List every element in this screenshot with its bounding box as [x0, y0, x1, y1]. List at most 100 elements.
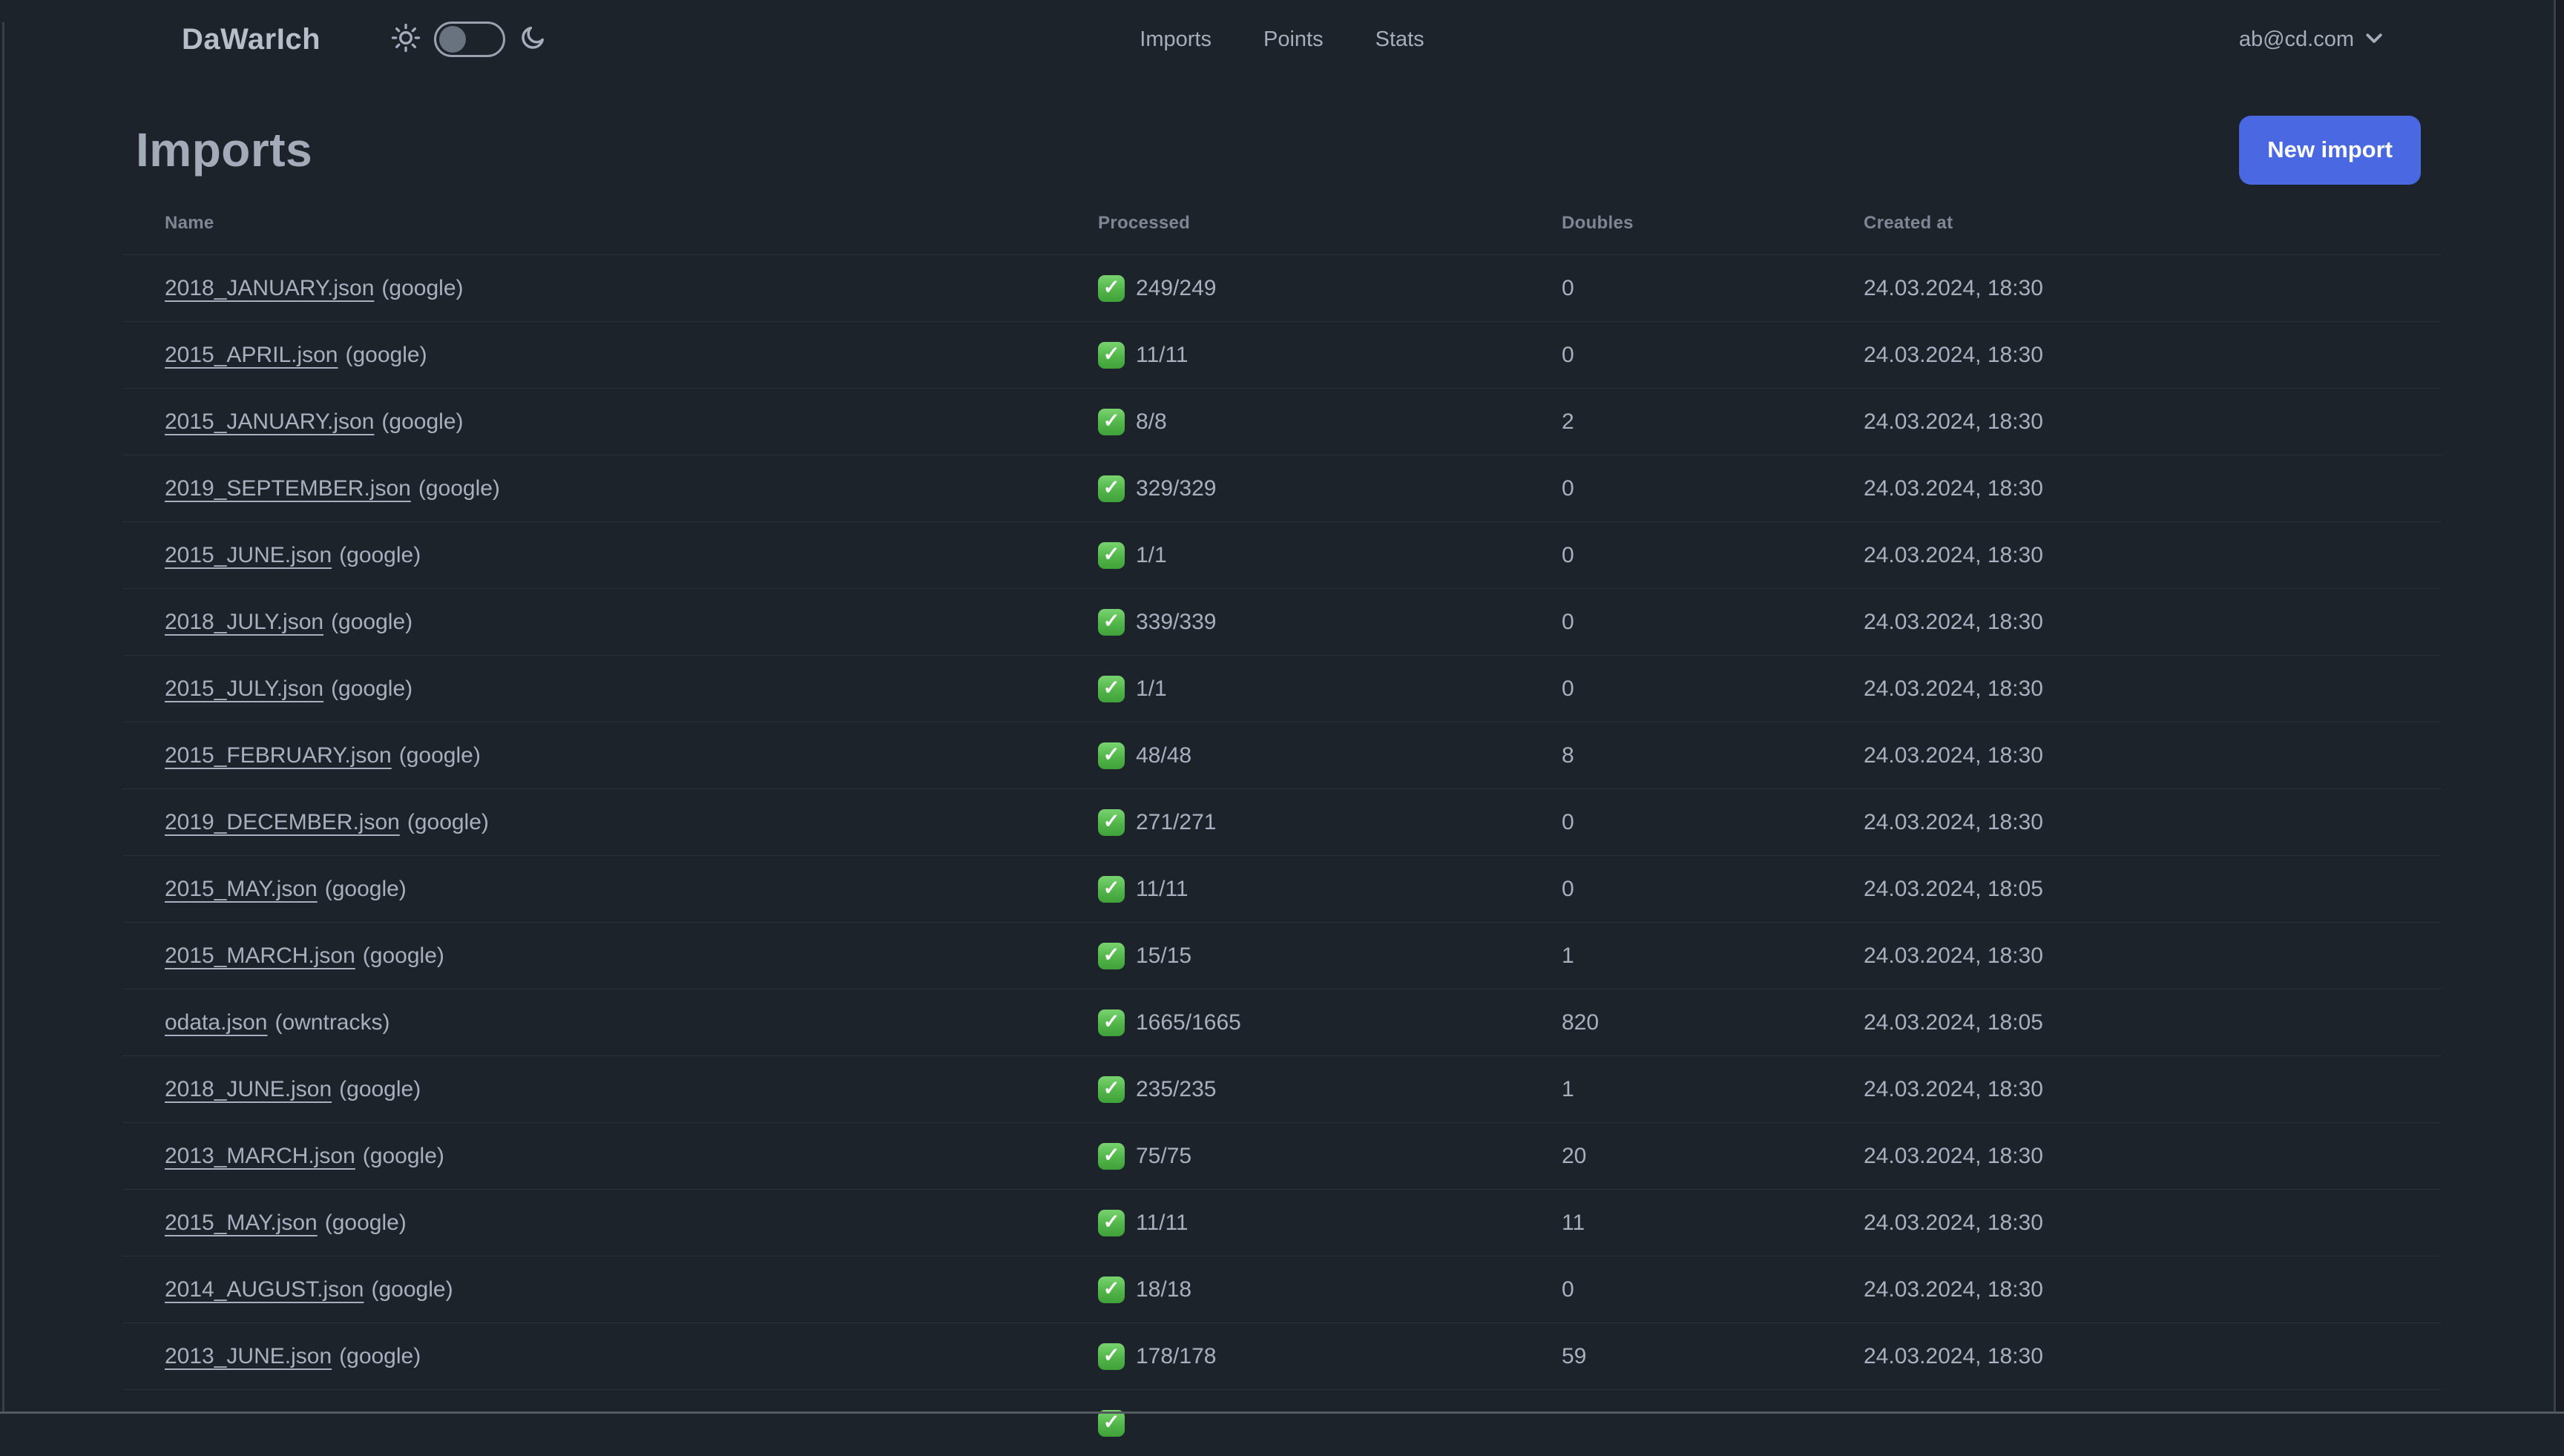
- import-file-link[interactable]: 2018_JULY.json: [165, 610, 323, 634]
- processed-cell: 1/1: [1098, 675, 1562, 702]
- success-check-icon: [1098, 1276, 1125, 1303]
- window-left-edge: [2, 22, 4, 1411]
- processed-cell: 249/249: [1098, 274, 1562, 302]
- import-source-label: (google): [345, 342, 427, 367]
- processed-count: 8/8: [1136, 409, 1167, 434]
- import-name-cell: 2018_JANUARY.json (google): [122, 276, 1098, 301]
- import-name-cell: 2013_MARCH.json (google): [122, 1144, 1098, 1169]
- table-row: odata.json (owntracks) 1665/1665 820 24.0…: [122, 989, 2442, 1055]
- moon-icon: [519, 24, 547, 56]
- processed-count: 1/1: [1136, 676, 1167, 701]
- success-check-icon: [1098, 1142, 1125, 1170]
- nav-link-points[interactable]: Points: [1263, 27, 1324, 52]
- import-name-cell: 2018_JULY.json (google): [122, 610, 1098, 635]
- import-file-link[interactable]: 2015_MAY.json: [165, 1210, 318, 1235]
- table-row: 2013_JUNE.json (google) 178/178 59 24.03.…: [122, 1322, 2442, 1389]
- processed-cell: 75/75: [1098, 1142, 1562, 1170]
- processed-count: 339/339: [1136, 609, 1217, 634]
- import-file-link[interactable]: 2015_JULY.json: [165, 676, 323, 701]
- doubles-cell: 0: [1562, 676, 1574, 701]
- processed-count: 48/48: [1136, 742, 1192, 768]
- processed-cell: 271/271: [1098, 808, 1562, 836]
- processed-cell: 339/339: [1098, 608, 1562, 636]
- created-at-cell: 24.03.2024, 18:30: [1864, 409, 2043, 434]
- created-at-cell: 24.03.2024, 18:30: [1864, 275, 2043, 300]
- created-at-cell: 24.03.2024, 18:30: [1864, 1210, 2043, 1235]
- processed-cell: 8/8: [1098, 408, 1562, 435]
- import-name-cell: 2015_JULY.json (google): [122, 676, 1098, 702]
- column-header-created-at: Created at: [1864, 212, 1953, 233]
- doubles-cell: 0: [1562, 475, 1574, 501]
- import-source-label: (google): [398, 742, 481, 768]
- created-at-cell: 24.03.2024, 18:30: [1864, 609, 2043, 634]
- import-file-link[interactable]: 2015_APRIL.json: [165, 343, 338, 367]
- processed-count: 329/329: [1136, 475, 1217, 501]
- import-source-label: (google): [339, 1343, 421, 1368]
- import-file-link[interactable]: 2013_JUNE.json: [165, 1344, 332, 1368]
- imports-table: Name Processed Doubles Created at 2018_J…: [122, 191, 2442, 1456]
- processed-cell: 1665/1665: [1098, 1009, 1562, 1036]
- processed-cell: 235/235: [1098, 1075, 1562, 1103]
- created-at-cell: 24.03.2024, 18:30: [1864, 475, 2043, 501]
- table-row: 2013_MARCH.json (google) 75/75 20 24.03.2…: [122, 1122, 2442, 1189]
- main-nav: Imports Points Stats: [1140, 0, 1424, 79]
- import-file-link[interactable]: 2018_JUNE.json: [165, 1077, 332, 1101]
- doubles-cell: 1: [1562, 1076, 1574, 1101]
- page-head: Imports New import: [122, 108, 2442, 191]
- import-name-cell: 2015_APRIL.json (google): [122, 343, 1098, 368]
- success-check-icon: [1098, 608, 1125, 636]
- import-file-link[interactable]: 2015_FEBRUARY.json: [165, 743, 392, 768]
- import-file-link[interactable]: 2013_MARCH.json: [165, 1144, 355, 1168]
- page-title: Imports: [136, 123, 313, 177]
- import-file-link[interactable]: odata.json: [165, 1010, 267, 1035]
- import-file-link[interactable]: 2019_SEPTEMBER.json: [165, 476, 411, 501]
- processed-count: 15/15: [1136, 943, 1192, 968]
- user-menu[interactable]: ab@cd.com: [2239, 27, 2385, 53]
- import-name-cell: 2015_MAY.json (google): [122, 877, 1098, 902]
- success-check-icon: [1098, 541, 1125, 569]
- new-import-button[interactable]: New import: [2239, 115, 2421, 185]
- created-at-cell: 24.03.2024, 18:30: [1864, 1343, 2043, 1368]
- import-file-link[interactable]: 2019_DECEMBER.json: [165, 810, 400, 834]
- table-row: 2018_JANUARY.json (google) 249/249 0 24.0…: [122, 254, 2442, 321]
- import-file-link[interactable]: 2015_JUNE.json: [165, 543, 332, 567]
- success-check-icon: [1098, 742, 1125, 769]
- import-name-cell: [122, 1411, 1098, 1436]
- import-name-cell: odata.json (owntracks): [122, 1010, 1098, 1035]
- import-file-link[interactable]: 2014_AUGUST.json: [165, 1277, 364, 1302]
- import-source-label: (google): [324, 1210, 407, 1235]
- import-file-link[interactable]: 2015_JANUARY.json: [165, 409, 374, 434]
- nav-link-stats[interactable]: Stats: [1375, 27, 1424, 52]
- success-check-icon: [1098, 875, 1125, 903]
- import-file-link[interactable]: 2015_MARCH.json: [165, 943, 355, 968]
- processed-count: 75/75: [1136, 1143, 1192, 1168]
- success-check-icon: [1098, 408, 1125, 435]
- brand-logo[interactable]: DaWarIch: [182, 23, 320, 56]
- sun-icon: [391, 23, 421, 56]
- success-check-icon: [1098, 675, 1125, 702]
- import-file-link[interactable]: 2018_JANUARY.json: [165, 276, 374, 300]
- success-check-icon: [1098, 1209, 1125, 1236]
- processed-count: 1665/1665: [1136, 1009, 1241, 1035]
- nav-link-imports[interactable]: Imports: [1140, 27, 1212, 52]
- doubles-cell: 8: [1562, 742, 1574, 768]
- theme-toggle[interactable]: [434, 22, 506, 57]
- import-name-cell: 2014_AUGUST.json (google): [122, 1277, 1098, 1302]
- import-source-label: (google): [324, 876, 407, 901]
- processed-count: 235/235: [1136, 1076, 1217, 1101]
- doubles-cell: 0: [1562, 342, 1574, 367]
- created-at-cell: 24.03.2024, 18:30: [1864, 1076, 2043, 1101]
- table-row: 2015_MARCH.json (google) 15/15 1 24.03.20…: [122, 922, 2442, 989]
- success-check-icon: [1098, 341, 1125, 369]
- doubles-cell: 0: [1562, 876, 1574, 901]
- import-source-label: (google): [381, 275, 464, 300]
- table-header-row: Name Processed Doubles Created at: [122, 191, 2442, 254]
- table-row: [122, 1389, 2442, 1456]
- import-name-cell: 2015_MARCH.json (google): [122, 943, 1098, 969]
- created-at-cell: 24.03.2024, 18:05: [1864, 1009, 2043, 1035]
- processed-cell: 48/48: [1098, 742, 1562, 769]
- import-file-link[interactable]: 2015_MAY.json: [165, 877, 318, 901]
- import-name-cell: 2019_DECEMBER.json (google): [122, 810, 1098, 835]
- import-source-label: (google): [331, 609, 413, 634]
- success-check-icon: [1098, 1075, 1125, 1103]
